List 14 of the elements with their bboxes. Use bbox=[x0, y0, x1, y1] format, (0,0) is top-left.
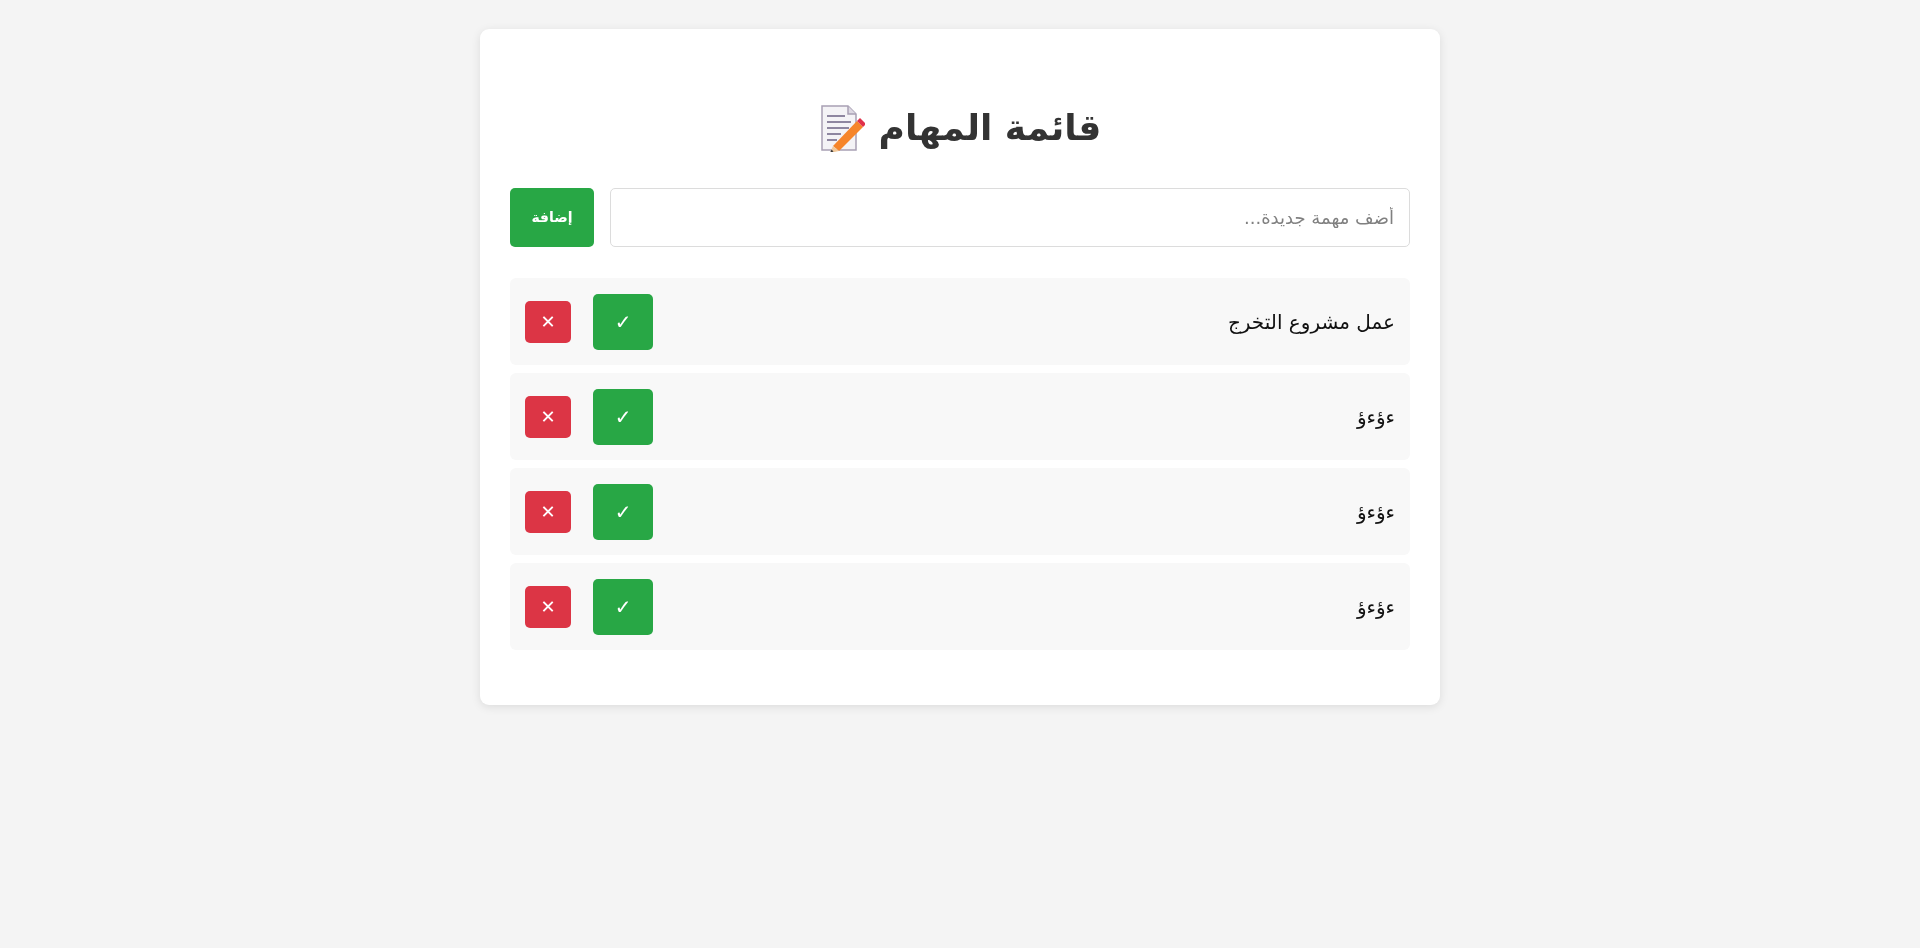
memo-icon bbox=[818, 104, 865, 152]
add-button[interactable]: إضافة bbox=[510, 188, 594, 247]
complete-button[interactable]: ✓ bbox=[593, 388, 653, 445]
task-text: ءؤءؤ bbox=[1356, 593, 1395, 621]
complete-button[interactable]: ✓ bbox=[593, 293, 653, 350]
delete-button[interactable]: ✕ bbox=[525, 585, 571, 628]
complete-button[interactable]: ✓ bbox=[593, 483, 653, 540]
task-text: عمل مشروع التخرج bbox=[1227, 308, 1395, 336]
task-text: ءؤءؤ bbox=[1356, 498, 1395, 526]
task-text: ءؤءؤ bbox=[1356, 403, 1395, 431]
delete-button[interactable]: ✕ bbox=[525, 395, 571, 438]
delete-button[interactable]: ✕ bbox=[525, 490, 571, 533]
complete-button[interactable]: ✓ bbox=[593, 578, 653, 635]
delete-button[interactable]: ✕ bbox=[525, 300, 571, 343]
